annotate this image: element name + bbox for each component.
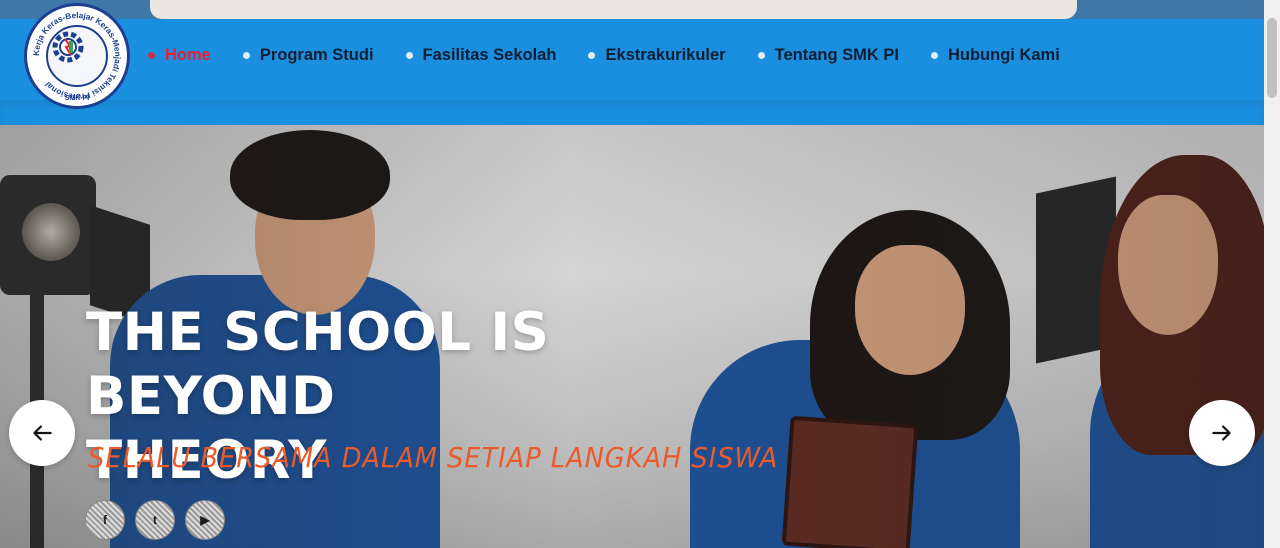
arrow-left-icon [33, 425, 52, 441]
navbar-band [0, 100, 1264, 125]
nav-label: Tentang SMK PI [774, 46, 899, 64]
headline-line-1: THE SCHOOL IS BEYOND [86, 302, 550, 427]
bullet-icon [930, 52, 938, 59]
school-logo[interactable]: Kerja Keras-Belajar Keras-Menjadi Teknis… [24, 3, 130, 109]
twitter-icon[interactable]: t [135, 500, 175, 540]
bullet-icon [757, 52, 765, 59]
hero-slider: THE SCHOOL IS BEYOND THEORY SELALU BERSA… [0, 125, 1264, 548]
logo-emblem [46, 25, 108, 87]
social-links: f t ▶ [85, 500, 235, 540]
nav-item-tentang[interactable]: Tentang SMK PI [757, 46, 899, 65]
gear-icon [52, 31, 84, 63]
main-nav: Home Program Studi Fasilitas Sekolah Eks… [148, 46, 1092, 65]
nav-item-hubungi-kami[interactable]: Hubungi Kami [930, 46, 1060, 65]
carousel-prev-button[interactable] [9, 400, 75, 466]
nav-label: Program Studi [259, 46, 374, 64]
carousel-next-button[interactable] [1189, 400, 1255, 466]
page-scrollbar[interactable] [1264, 0, 1280, 548]
logo-bottom-label: SMK-PI [65, 95, 90, 102]
arrow-right-icon [1212, 425, 1231, 441]
facebook-icon[interactable]: f [85, 500, 125, 540]
nav-label: Home [165, 46, 211, 64]
bullet-icon [405, 52, 413, 59]
nav-label: Ekstrakurikuler [605, 46, 726, 64]
hero-tagline: SELALU BERSAMA DALAM SETIAP LANGKAH SISW… [88, 441, 779, 474]
nav-label: Hubungi Kami [947, 46, 1060, 64]
search-bar[interactable] [150, 0, 1077, 19]
nav-label: Fasilitas Sekolah [422, 46, 557, 64]
youtube-icon[interactable]: ▶ [185, 500, 225, 540]
nav-item-home[interactable]: Home [148, 46, 211, 65]
bullet-icon [242, 52, 250, 59]
bullet-icon [588, 52, 596, 59]
scrollbar-thumb[interactable] [1267, 18, 1277, 98]
nav-item-fasilitas-sekolah[interactable]: Fasilitas Sekolah [405, 46, 557, 65]
top-strip [0, 0, 1264, 20]
bullet-icon [148, 52, 155, 59]
nav-item-program-studi[interactable]: Program Studi [242, 46, 374, 65]
nav-item-ekstrakurikuler[interactable]: Ekstrakurikuler [588, 46, 726, 65]
